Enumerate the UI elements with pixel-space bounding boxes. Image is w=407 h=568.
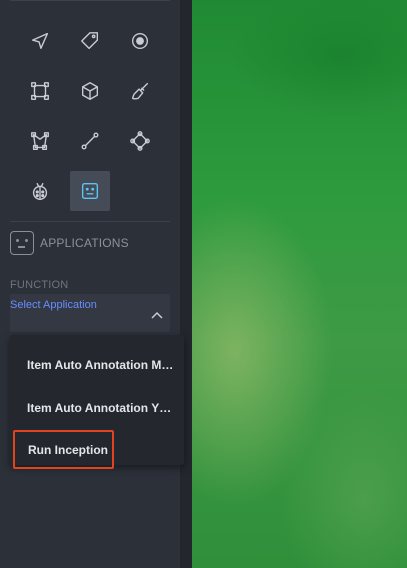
applications-tool-button[interactable] bbox=[70, 171, 110, 211]
keypoint-shape-icon bbox=[130, 131, 150, 151]
tag-icon bbox=[81, 32, 99, 50]
bounding-box-icon bbox=[31, 82, 49, 100]
robot-face-icon bbox=[81, 182, 99, 200]
application-select[interactable]: Select Application bbox=[10, 294, 170, 332]
line-segment-icon bbox=[81, 132, 99, 150]
radio-circle-icon bbox=[131, 32, 149, 50]
polygon-tool-button[interactable] bbox=[20, 121, 60, 161]
bounding-box-tool-button[interactable] bbox=[20, 71, 60, 111]
tag-tool-button[interactable] bbox=[70, 21, 110, 61]
point-tool-button[interactable] bbox=[120, 21, 160, 61]
select-application-label: Select Application bbox=[10, 299, 97, 311]
applications-header: APPLICATIONS bbox=[10, 230, 129, 256]
brush-tool-button[interactable] bbox=[120, 71, 160, 111]
panel-splitter[interactable] bbox=[180, 0, 192, 568]
dropdown-option-yolo[interactable]: Item Auto Annotation YOLO v3 bbox=[10, 388, 184, 428]
cube-icon bbox=[81, 82, 99, 100]
image-canvas[interactable] bbox=[192, 0, 407, 568]
ladybug-icon bbox=[32, 182, 48, 200]
cuboid-tool-button[interactable] bbox=[70, 71, 110, 111]
navigation-arrow-icon bbox=[31, 32, 49, 50]
top-divider bbox=[10, 0, 170, 1]
function-label: FUNCTION bbox=[10, 279, 69, 291]
section-divider bbox=[10, 221, 170, 222]
bug-tool-button[interactable] bbox=[20, 171, 60, 211]
line-tool-button[interactable] bbox=[70, 121, 110, 161]
keypoint-tool-button[interactable] bbox=[120, 121, 160, 161]
dropdown-option-mask-rcnn[interactable]: Item Auto Annotation Mask RCNN bbox=[10, 345, 184, 385]
navigate-tool-button[interactable] bbox=[20, 21, 60, 61]
application-dropdown-menu: Item Auto Annotation Mask RCNN Item Auto… bbox=[10, 335, 184, 469]
applications-title: APPLICATIONS bbox=[40, 236, 129, 250]
robot-face-icon bbox=[10, 231, 34, 255]
left-toolbar-panel: APPLICATIONS FUNCTION Select Application bbox=[0, 0, 180, 568]
dropdown-option-run-inception[interactable]: Run Inception bbox=[13, 430, 114, 469]
brush-icon bbox=[131, 82, 149, 100]
polygon-icon bbox=[31, 132, 49, 150]
chevron-up-icon[interactable] bbox=[150, 307, 164, 319]
